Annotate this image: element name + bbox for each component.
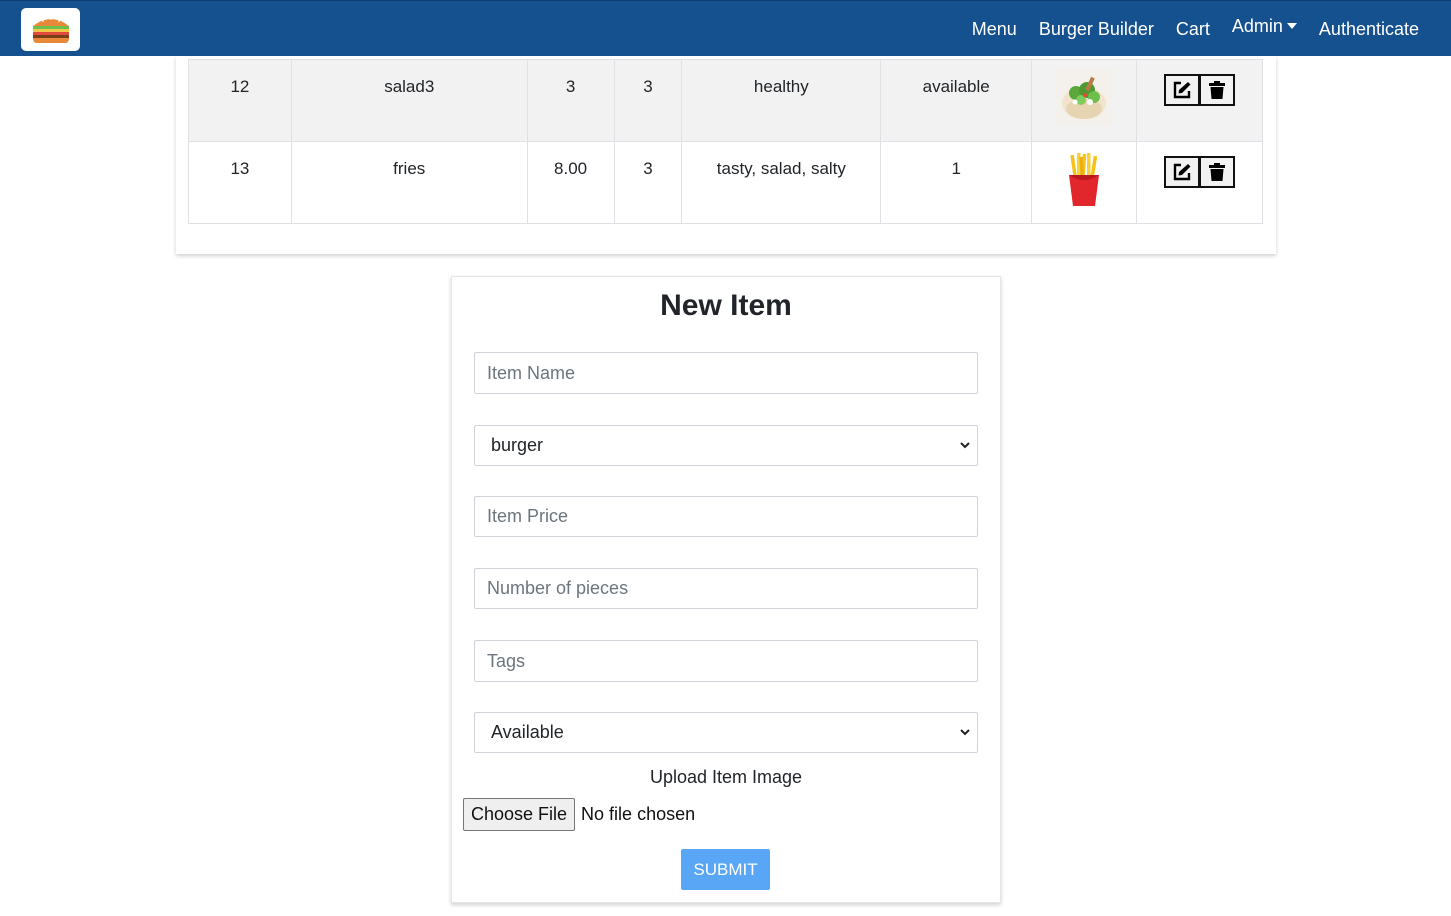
cell-tags: healthy (681, 59, 882, 142)
edit-icon (1173, 81, 1191, 99)
choose-file-button[interactable]: Choose File (463, 798, 576, 831)
tags-input[interactable] (474, 640, 978, 682)
cell-actions (1136, 141, 1263, 224)
burger-logo-icon (32, 17, 69, 43)
category-select[interactable]: burger (474, 425, 978, 466)
cell-pieces: 3 (613, 141, 683, 224)
cell-id: 13 (188, 141, 292, 224)
availability-selected-value: Available (491, 722, 564, 742)
trash-icon (1209, 81, 1226, 99)
edit-button[interactable] (1164, 156, 1201, 188)
salad-icon (1056, 69, 1113, 125)
nav-admin-dropdown[interactable]: Admin (1232, 16, 1297, 37)
cell-image (1031, 141, 1138, 224)
cell-status: 1 (880, 141, 1033, 224)
edit-icon (1173, 163, 1191, 181)
submit-button[interactable]: SUBMIT (681, 849, 770, 890)
form-title: New Item (660, 289, 792, 322)
trash-icon (1209, 163, 1226, 181)
table-row: 13 fries 8.00 3 tasty, salad, salty 1 (188, 141, 1263, 224)
cell-pieces: 3 (613, 59, 683, 142)
item-name-input[interactable] (474, 352, 978, 394)
caret-down-icon (1286, 23, 1297, 29)
file-status: No file chosen (581, 804, 696, 824)
cell-price: 3 (526, 59, 615, 142)
cell-name: salad3 (290, 59, 528, 142)
nav-cart[interactable]: Cart (1176, 19, 1210, 40)
item-price-input[interactable] (474, 496, 978, 537)
upload-label: Upload Item Image (649, 767, 803, 787)
cell-id: 12 (188, 59, 292, 142)
navbar: Menu Burger Builder Cart Admin Authentic… (0, 0, 1451, 56)
cell-image (1031, 59, 1138, 142)
nav-menu[interactable]: Menu (972, 19, 1017, 40)
brand-logo[interactable] (21, 8, 80, 51)
table-row: 12 salad3 3 3 healthy available (188, 59, 1263, 142)
file-input: Choose File No file chosen (463, 798, 695, 831)
delete-button[interactable] (1199, 74, 1236, 106)
chevron-down-icon (960, 729, 970, 736)
nav-links: Menu Burger Builder Cart Admin Authentic… (950, 1, 1419, 57)
nav-burger-builder[interactable]: Burger Builder (1039, 19, 1154, 40)
chevron-down-icon (960, 442, 970, 449)
nav-admin-label: Admin (1231, 16, 1283, 36)
delete-button[interactable] (1199, 156, 1236, 188)
cell-actions (1136, 59, 1263, 142)
availability-select[interactable]: Available (474, 712, 978, 753)
fries-icon (1069, 153, 1100, 206)
new-item-form: New Item burger Available Upload Item Im… (451, 276, 1001, 903)
pieces-input[interactable] (474, 568, 978, 609)
items-table-card: 12 salad3 3 3 healthy available 13 fries… (176, 56, 1276, 254)
nav-authenticate[interactable]: Authenticate (1319, 19, 1419, 40)
category-selected-value: burger (491, 435, 544, 455)
cell-tags: tasty, salad, salty (681, 141, 882, 224)
items-table: 12 salad3 3 3 healthy available 13 fries… (188, 59, 1263, 224)
cell-name: fries (290, 141, 528, 224)
cell-price: 8.00 (526, 141, 615, 224)
cell-status: available (880, 59, 1033, 142)
edit-button[interactable] (1164, 74, 1201, 106)
